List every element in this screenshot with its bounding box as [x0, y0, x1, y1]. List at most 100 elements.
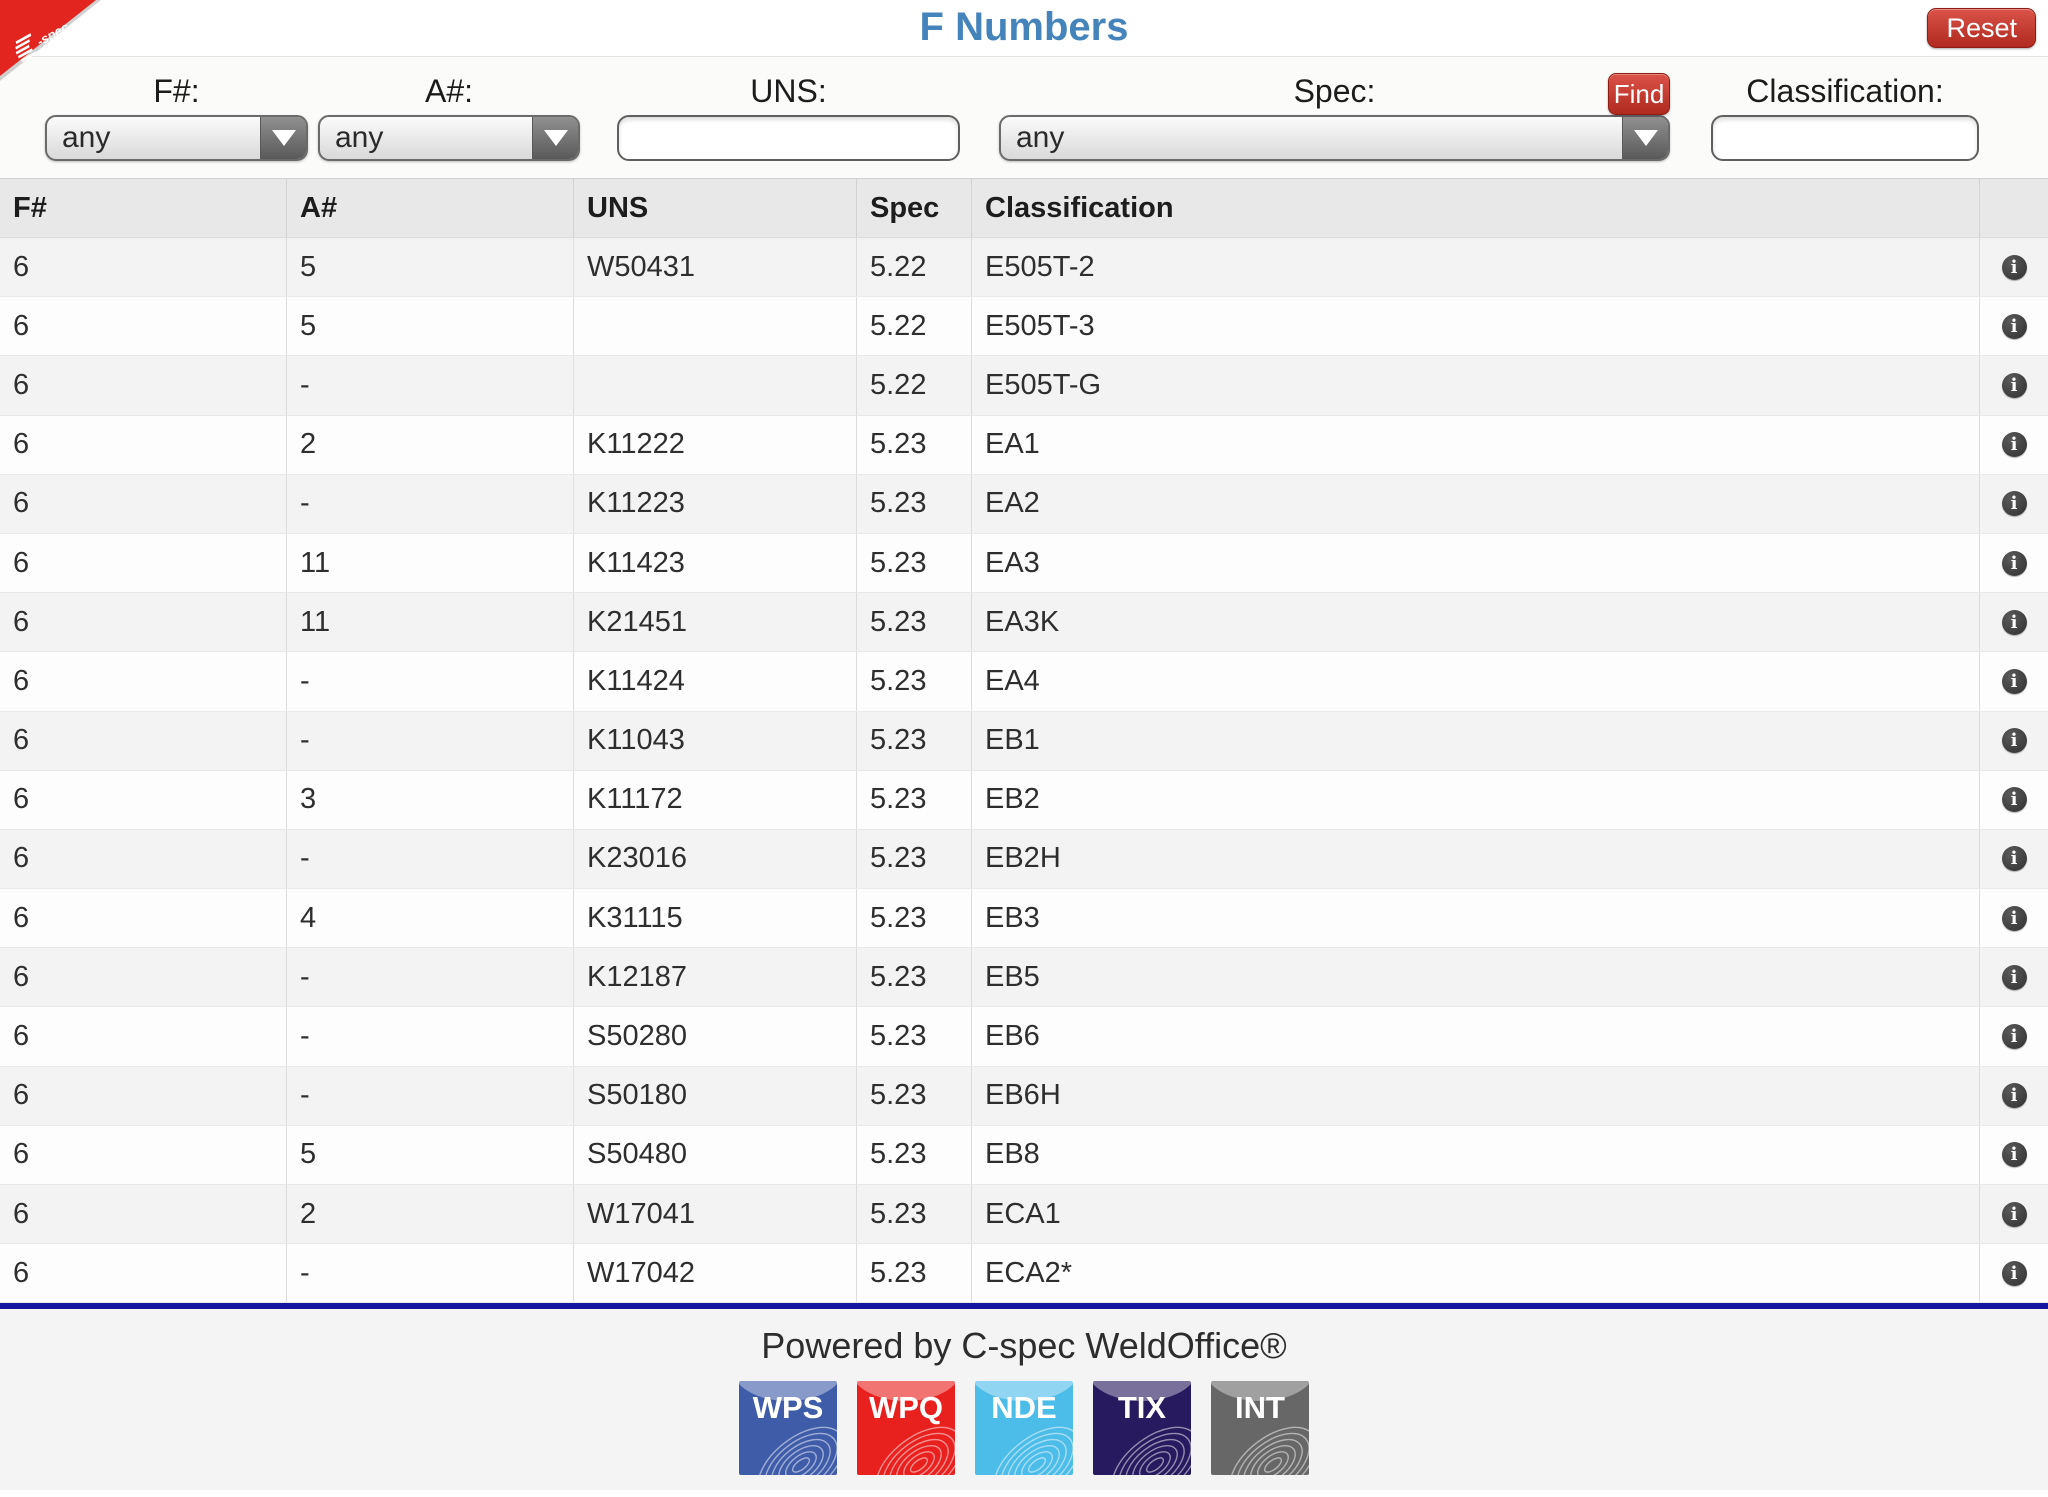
- a-number-select[interactable]: any: [318, 115, 580, 161]
- info-icon[interactable]: i: [2002, 1024, 2027, 1049]
- cell-a-number: 5: [287, 1126, 574, 1184]
- filter-group-classification: Classification:: [1711, 69, 1979, 161]
- table-header-row: F#A#UNSSpecClassification: [0, 178, 2048, 238]
- find-button[interactable]: Find: [1608, 73, 1670, 115]
- classification-input[interactable]: [1711, 115, 1979, 161]
- cell-info: i: [1980, 1067, 2048, 1125]
- classification-label: Classification:: [1711, 69, 1979, 113]
- info-icon[interactable]: i: [2002, 373, 2027, 398]
- f-number-select[interactable]: any: [45, 115, 308, 161]
- cell-info: i: [1980, 771, 2048, 829]
- badge-nde[interactable]: NDE: [975, 1381, 1073, 1475]
- spec-select[interactable]: any: [999, 115, 1670, 161]
- cell-spec: 5.23: [857, 1007, 972, 1065]
- cell-a-number: -: [287, 475, 574, 533]
- cell-spec: 5.23: [857, 830, 972, 888]
- uns-input[interactable]: [617, 115, 960, 161]
- cell-a-number: 5: [287, 238, 574, 296]
- badge-wps[interactable]: WPS: [739, 1381, 837, 1475]
- cell-spec: 5.23: [857, 416, 972, 474]
- filter-group-a-number: A#: any: [318, 69, 580, 161]
- cell-f-number: 6: [0, 1067, 287, 1125]
- results-table: F#A#UNSSpecClassification 65W504315.22E5…: [0, 178, 2048, 1303]
- product-badges: WPS WPQ NDE TIX INT: [0, 1381, 2048, 1475]
- powered-by-text: Powered by C-spec WeldOffice®: [0, 1309, 2048, 1367]
- cell-uns: K11424: [574, 652, 857, 710]
- cell-spec: 5.23: [857, 652, 972, 710]
- spec-select-value: any: [1001, 117, 1622, 159]
- chevron-down-icon: [260, 117, 306, 159]
- info-icon[interactable]: i: [2002, 1083, 2027, 1108]
- cell-info: i: [1980, 238, 2048, 296]
- cell-uns: K23016: [574, 830, 857, 888]
- info-icon[interactable]: i: [2002, 432, 2027, 457]
- cell-classification: EB6: [972, 1007, 1980, 1065]
- f-number-select-value: any: [47, 117, 260, 159]
- cell-info: i: [1980, 356, 2048, 414]
- f-numbers-page: -spec F Numbers Reset F#: any A#: any: [0, 0, 2048, 1497]
- info-icon[interactable]: i: [2002, 1261, 2027, 1286]
- cell-classification: EB2H: [972, 830, 1980, 888]
- info-icon[interactable]: i: [2002, 965, 2027, 990]
- cell-spec: 5.23: [857, 534, 972, 592]
- cell-classification: EA3K: [972, 593, 1980, 651]
- cell-info: i: [1980, 652, 2048, 710]
- info-icon[interactable]: i: [2002, 1202, 2027, 1227]
- info-icon[interactable]: i: [2002, 255, 2027, 280]
- table-row: 6-K110435.23EB1i: [0, 712, 2048, 771]
- cell-info: i: [1980, 1185, 2048, 1243]
- cell-classification: EA1: [972, 416, 1980, 474]
- cell-f-number: 6: [0, 1126, 287, 1184]
- badge-label: WPQ: [869, 1390, 943, 1425]
- cell-info: i: [1980, 1007, 2048, 1065]
- cell-f-number: 6: [0, 297, 287, 355]
- cell-uns: S50180: [574, 1067, 857, 1125]
- cspec-logo-ribbon: -spec: [0, 0, 150, 120]
- info-icon[interactable]: i: [2002, 728, 2027, 753]
- cell-a-number: 11: [287, 593, 574, 651]
- cell-f-number: 6: [0, 712, 287, 770]
- reset-button[interactable]: Reset: [1927, 8, 2036, 48]
- cell-a-number: -: [287, 1067, 574, 1125]
- chevron-down-icon: [532, 117, 578, 159]
- cell-classification: EA3: [972, 534, 1980, 592]
- table-row: 6-K114245.23EA4i: [0, 652, 2048, 711]
- cell-a-number: -: [287, 1007, 574, 1065]
- badge-label: INT: [1235, 1390, 1285, 1425]
- cell-spec: 5.23: [857, 889, 972, 947]
- cell-spec: 5.23: [857, 593, 972, 651]
- badge-tix[interactable]: TIX: [1093, 1381, 1191, 1475]
- cell-f-number: 6: [0, 416, 287, 474]
- info-icon[interactable]: i: [2002, 610, 2027, 635]
- info-icon[interactable]: i: [2002, 669, 2027, 694]
- table-row: 62W170415.23ECA1i: [0, 1185, 2048, 1244]
- cell-f-number: 6: [0, 771, 287, 829]
- badge-wpq[interactable]: WPQ: [857, 1381, 955, 1475]
- cell-a-number: 2: [287, 1185, 574, 1243]
- info-icon[interactable]: i: [2002, 314, 2027, 339]
- cell-spec: 5.23: [857, 771, 972, 829]
- cell-f-number: 6: [0, 948, 287, 1006]
- cell-f-number: 6: [0, 1007, 287, 1065]
- table-body: 65W504315.22E505T-2i655.22E505T-3i6-5.22…: [0, 238, 2048, 1303]
- cell-classification: ECA2*: [972, 1244, 1980, 1302]
- cell-classification: EB8: [972, 1126, 1980, 1184]
- cell-uns: K31115: [574, 889, 857, 947]
- cell-classification: EA4: [972, 652, 1980, 710]
- cell-info: i: [1980, 416, 2048, 474]
- info-icon[interactable]: i: [2002, 846, 2027, 871]
- header-cell-info: [1980, 179, 2048, 237]
- cell-uns: S50280: [574, 1007, 857, 1065]
- cell-a-number: -: [287, 652, 574, 710]
- info-icon[interactable]: i: [2002, 1142, 2027, 1167]
- badge-int[interactable]: INT: [1211, 1381, 1309, 1475]
- cell-info: i: [1980, 948, 2048, 1006]
- cell-a-number: -: [287, 356, 574, 414]
- cell-classification: ECA1: [972, 1185, 1980, 1243]
- info-icon[interactable]: i: [2002, 906, 2027, 931]
- badge-label: TIX: [1118, 1390, 1167, 1425]
- info-icon[interactable]: i: [2002, 491, 2027, 516]
- info-icon[interactable]: i: [2002, 787, 2027, 812]
- info-icon[interactable]: i: [2002, 551, 2027, 576]
- cell-f-number: 6: [0, 534, 287, 592]
